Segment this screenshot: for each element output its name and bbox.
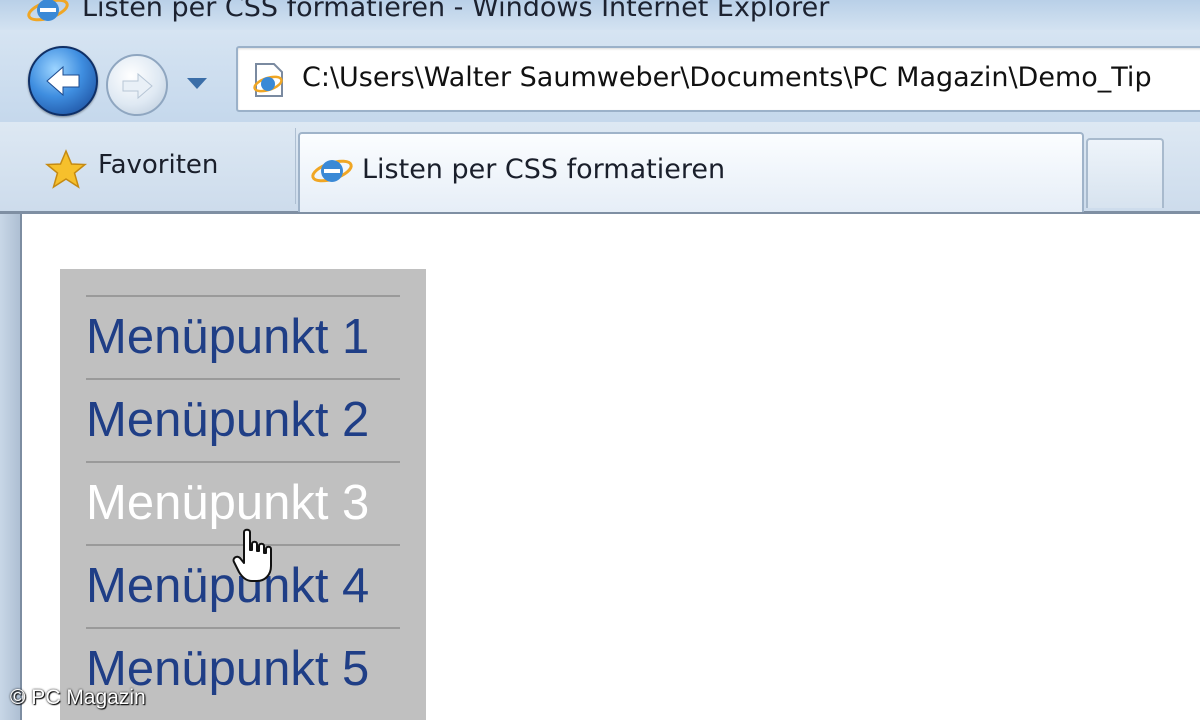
window-frame <box>0 214 22 720</box>
hand-cursor-icon <box>232 528 272 582</box>
forward-arrow-icon <box>122 72 153 100</box>
forward-button[interactable] <box>106 54 168 116</box>
css-list-menu: Menüpunkt 1 Menüpunkt 2 Menüpunkt 3 Menü… <box>60 269 426 720</box>
tab-bar: Favoriten Listen per CSS formatieren <box>0 122 1200 214</box>
navigation-bar: C:\Users\Walter Saumweber\Documents\PC M… <box>0 30 1200 122</box>
window-title: Listen per CSS formatieren - Windows Int… <box>82 0 830 23</box>
chevron-down-icon[interactable] <box>182 68 212 98</box>
menu-item-2[interactable]: Menüpunkt 2 <box>86 378 400 461</box>
copyright-watermark: © PC Magazin <box>10 686 146 709</box>
ie-logo-icon <box>311 159 353 183</box>
favorites-button[interactable]: Favoriten <box>22 128 296 204</box>
page-icon <box>253 63 283 97</box>
title-bar: Listen per CSS formatieren - Windows Int… <box>0 0 1200 30</box>
back-arrow-icon <box>46 65 80 97</box>
page-content: Menüpunkt 1 Menüpunkt 2 Menüpunkt 3 Menü… <box>22 214 1200 720</box>
tab-listen-per-css[interactable]: Listen per CSS formatieren <box>298 132 1084 212</box>
address-bar[interactable]: C:\Users\Walter Saumweber\Documents\PC M… <box>236 46 1200 112</box>
new-tab-button[interactable] <box>1086 138 1164 208</box>
address-url[interactable]: C:\Users\Walter Saumweber\Documents\PC M… <box>302 62 1152 93</box>
tab-label: Listen per CSS formatieren <box>362 154 726 185</box>
favorites-label: Favoriten <box>98 150 219 180</box>
star-icon <box>44 149 88 189</box>
menu-item-1[interactable]: Menüpunkt 1 <box>86 295 400 378</box>
back-button[interactable] <box>28 46 98 116</box>
ie-logo-icon <box>27 0 69 22</box>
